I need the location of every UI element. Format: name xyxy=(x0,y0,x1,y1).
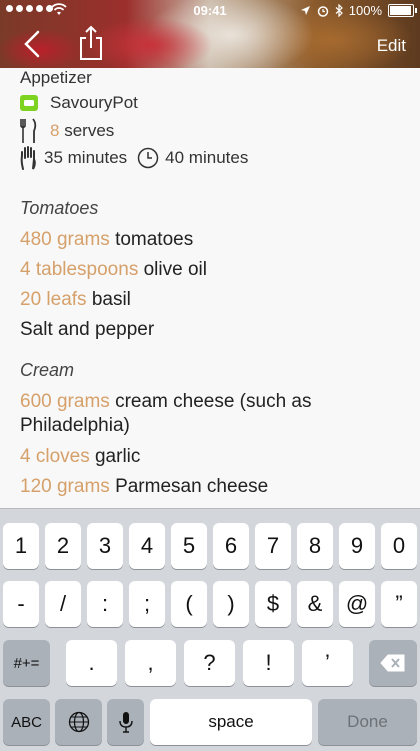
hand-prep-icon xyxy=(20,146,36,170)
serves-quantity: 8 xyxy=(50,121,60,140)
key-colon[interactable]: : xyxy=(87,581,123,627)
ingredient-item: 120 grams Parmesan cheese xyxy=(20,476,269,497)
backspace-key[interactable] xyxy=(369,640,417,686)
globe-key[interactable] xyxy=(55,699,102,745)
prep-time: 35 minutes xyxy=(44,148,128,167)
key-period[interactable]: . xyxy=(66,640,117,686)
key-exclamation[interactable]: ! xyxy=(243,640,294,686)
ingredient-item: 600 grams cream cheese (such as Philadel… xyxy=(20,391,312,436)
key-4[interactable]: 4 xyxy=(129,523,165,569)
ingredient-item: 20 leafs basil xyxy=(20,289,131,310)
key-hyphen[interactable]: - xyxy=(3,581,39,627)
key-1[interactable]: 1 xyxy=(3,523,39,569)
ingredient-item: 480 grams tomatoes xyxy=(20,229,194,250)
key-5[interactable]: 5 xyxy=(171,523,207,569)
key-3[interactable]: 3 xyxy=(87,523,123,569)
battery-icon xyxy=(388,4,417,17)
section-title-cream: Cream xyxy=(20,360,75,380)
serves-label: serves xyxy=(64,121,115,140)
key-open-paren[interactable]: ( xyxy=(171,581,207,627)
cook-time: 40 minutes xyxy=(165,148,249,167)
edit-button[interactable]: Edit xyxy=(377,36,406,56)
key-dollar[interactable]: $ xyxy=(255,581,291,627)
globe-icon xyxy=(68,711,89,733)
ingredient-item: 4 tablespoons olive oil xyxy=(20,259,207,280)
clock-icon xyxy=(137,147,159,169)
recipe-source-row: SavouryPot xyxy=(20,93,138,113)
space-key[interactable]: space xyxy=(150,699,312,745)
time-row: 35 minutes 40 minutes xyxy=(20,146,248,170)
recipe-source: SavouryPot xyxy=(50,93,138,112)
key-6[interactable]: 6 xyxy=(213,523,249,569)
status-bar: 09:41 100% xyxy=(0,0,420,22)
recipe-category: Appetizer xyxy=(20,68,92,87)
dictation-key[interactable] xyxy=(107,699,144,745)
key-close-paren[interactable]: ) xyxy=(213,581,249,627)
microphone-icon xyxy=(118,712,133,733)
key-8[interactable]: 8 xyxy=(297,523,333,569)
back-chevron-icon[interactable] xyxy=(20,28,48,60)
ingredient-item: 4 cloves garlic xyxy=(20,446,141,467)
navigation-bar: Edit xyxy=(0,22,420,68)
share-icon[interactable] xyxy=(78,24,104,62)
key-at[interactable]: @ xyxy=(339,581,375,627)
key-question[interactable]: ? xyxy=(184,640,235,686)
key-slash[interactable]: / xyxy=(45,581,81,627)
alarm-icon xyxy=(317,5,328,17)
ingredient-item: Salt and pepper xyxy=(20,319,155,340)
key-more-symbols[interactable]: #+= xyxy=(3,640,50,686)
key-comma[interactable]: , xyxy=(125,640,176,686)
key-0[interactable]: 0 xyxy=(381,523,417,569)
numeric-keyboard: 1 2 3 4 5 6 7 8 9 0 - / : ; ( ) $ & @ ” … xyxy=(0,508,420,751)
battery-percent: 100% xyxy=(348,3,382,18)
key-quote[interactable]: ” xyxy=(381,581,417,627)
recipe-content: Appetizer SavouryPot 8 serves 35 minutes… xyxy=(0,68,420,508)
key-ampersand[interactable]: & xyxy=(297,581,333,627)
location-arrow-icon xyxy=(300,6,310,15)
key-2[interactable]: 2 xyxy=(45,523,81,569)
section-title-tomatoes: Tomatoes xyxy=(20,198,99,218)
key-7[interactable]: 7 xyxy=(255,523,291,569)
key-semicolon[interactable]: ; xyxy=(129,581,165,627)
bluetooth-icon xyxy=(335,4,343,17)
key-9[interactable]: 9 xyxy=(339,523,375,569)
key-apostrophe[interactable]: ’ xyxy=(302,640,353,686)
serves-row: 8 serves xyxy=(20,118,114,144)
done-key[interactable]: Done xyxy=(318,699,417,745)
backspace-icon xyxy=(380,654,405,672)
key-abc[interactable]: ABC xyxy=(3,699,50,745)
fork-knife-icon xyxy=(20,118,37,143)
app-source-icon xyxy=(20,95,38,111)
